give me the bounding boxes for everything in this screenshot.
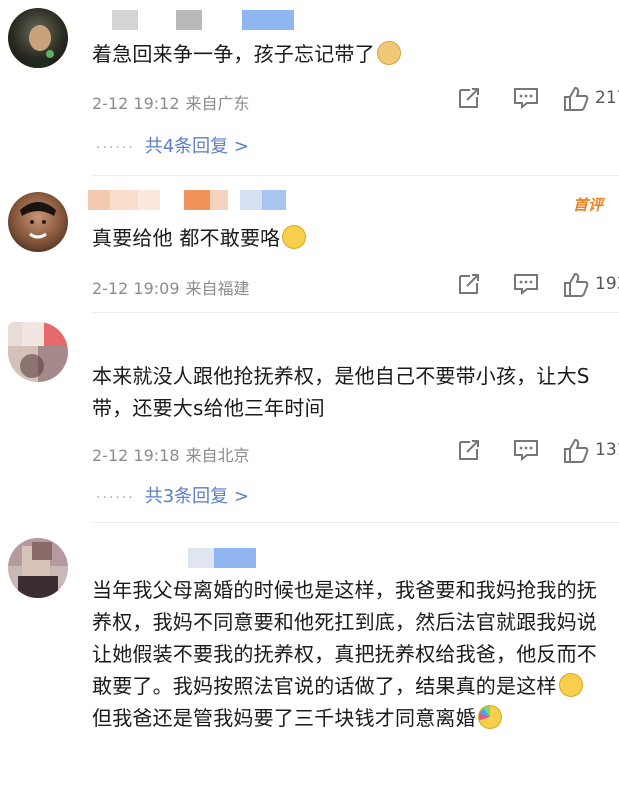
username-blurred[interactable] [88, 190, 286, 210]
comment-date: 2-12 19:09 [92, 279, 180, 298]
comment-actions: 131 [419, 438, 619, 468]
party-face-icon [477, 705, 502, 729]
comment-location: 来自广东 [185, 94, 250, 113]
comment-date: 2-12 19:18 [92, 446, 180, 465]
avatar[interactable] [8, 538, 68, 598]
comment-date: 2-12 19:12 [92, 94, 180, 113]
like-count: 217 [595, 88, 619, 108]
share-icon[interactable] [457, 86, 481, 114]
comment-meta: 2-12 19:18 来自北京 [92, 442, 250, 466]
smile-icon [558, 673, 583, 697]
thinking-face-icon [282, 225, 307, 249]
dots-icon: ······ [96, 490, 135, 506]
view-replies-link[interactable]: ······ 共4条回复 > [96, 132, 249, 158]
like-count: 193 [595, 274, 619, 294]
divider [92, 312, 619, 313]
comment-text: 着急回来争一争，孩子忘记带了 [92, 38, 603, 70]
comment-location: 来自福建 [185, 279, 250, 298]
like-icon[interactable] [563, 86, 589, 116]
comment-actions: 217 [419, 86, 619, 116]
comment-3: 本来就没人跟他抢抚养权，是他自己不要带小孩，让大S带，还要大s给他三年时间 2-… [0, 314, 619, 524]
comment-text: 本来就没人跟他抢抚养权，是他自己不要带小孩，让大S带，还要大s给他三年时间 [92, 364, 590, 420]
comment-actions: 193 [419, 272, 619, 302]
comment-2: 首评 真要给他 都不敢要咯 2-12 19:09 来自福建 193 [0, 178, 619, 314]
comment-icon[interactable] [513, 86, 539, 114]
like-count: 131 [595, 440, 619, 460]
share-icon[interactable] [457, 438, 481, 466]
comment-location: 来自北京 [185, 446, 250, 465]
comment-icon[interactable] [513, 272, 539, 300]
divider [92, 175, 619, 176]
view-replies-link[interactable]: ······ 共3条回复 > [96, 482, 249, 508]
avatar[interactable] [8, 322, 68, 382]
first-comment-badge: 首评 [572, 196, 603, 214]
comment-text: 当年我父母离婚的时候也是这样，我爸要和我妈抢我的抚养权，我妈不同意要和他死扛到底… [92, 578, 597, 730]
divider [92, 522, 619, 523]
comment-4: 当年我父母离婚的时候也是这样，我爸要和我妈抢我的抚养权，我妈不同意要和他死扛到底… [0, 524, 619, 791]
username-blurred[interactable] [188, 548, 256, 568]
user-photo-icon [8, 322, 68, 382]
avatar[interactable] [8, 192, 68, 252]
doge-icon [376, 41, 401, 65]
comment-icon[interactable] [513, 438, 539, 466]
dots-icon: ······ [96, 140, 135, 156]
avatar[interactable] [8, 8, 68, 68]
comment-text: 真要给他 都不敢要咯 [92, 222, 603, 254]
user-photo-icon [22, 25, 56, 68]
username-blurred[interactable] [112, 10, 294, 30]
like-icon[interactable] [563, 438, 589, 468]
user-photo-icon [8, 538, 68, 598]
comment-meta: 2-12 19:12 来自广东 [92, 90, 250, 114]
share-icon[interactable] [457, 272, 481, 300]
comment-1: 着急回来争一争，孩子忘记带了 2-12 19:12 来自广东 217 ······… [0, 0, 619, 178]
like-icon[interactable] [563, 272, 589, 302]
user-photo-icon [20, 202, 56, 239]
comment-meta: 2-12 19:09 来自福建 [92, 275, 250, 299]
